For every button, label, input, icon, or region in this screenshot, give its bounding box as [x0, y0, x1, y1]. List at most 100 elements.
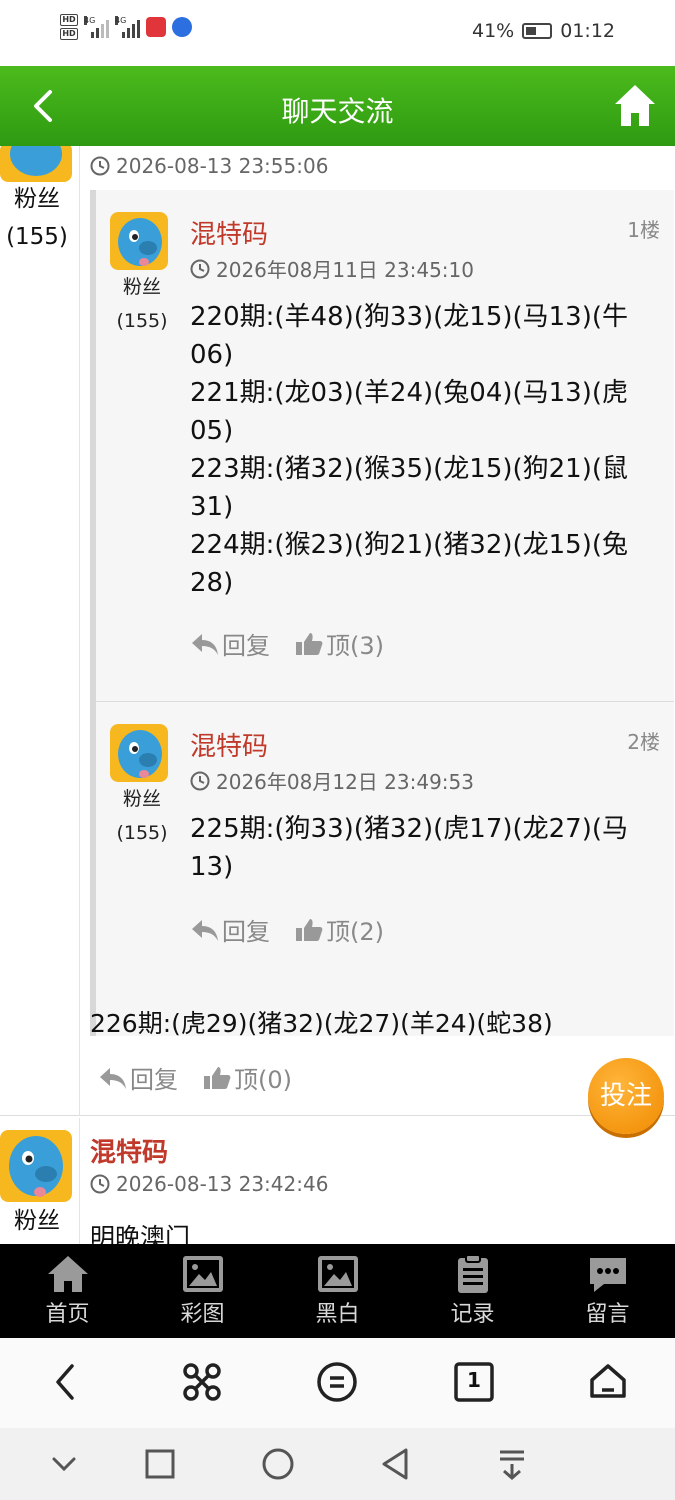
reply-actions: 回复 顶(3)	[190, 626, 384, 661]
floor-number: 2楼	[627, 730, 660, 754]
reply-line: 28)	[190, 568, 234, 598]
reply-text: 225期:(狗33)(猪32)(虎17)(龙27)(马 13)	[190, 810, 640, 886]
avatar[interactable]	[0, 146, 72, 182]
floor-number: 1楼	[627, 218, 660, 242]
reply-line: 13)	[190, 852, 234, 882]
network-type-2: 4G	[115, 16, 127, 25]
clock-icon	[90, 1174, 110, 1194]
post-actions: 回复 顶(0)	[98, 1060, 292, 1095]
reply-line: 221期:(龙03)(羊24)(兔04)(马13)(虎	[190, 378, 629, 408]
fan-label: 粉丝	[122, 276, 161, 298]
post-time-text: 2026-08-13 23:42:46	[116, 1172, 329, 1196]
reply-button[interactable]: 回复	[190, 626, 270, 661]
post-text: 明晚澳门	[90, 1223, 191, 1244]
like-label: 顶(0)	[234, 1066, 292, 1094]
reply-line: 225期:(狗33)(猪32)(虎17)(龙27)(马	[190, 814, 629, 844]
floor-reply: 粉丝 (155) 混特码 1楼 2026年08月11日 23:45:10 220…	[96, 190, 674, 702]
battery-icon	[522, 23, 553, 39]
clock-icon	[90, 156, 110, 176]
chat-post: 粉丝 (155) 2026-08-13 23:55:06 粉丝 (155) 混特…	[0, 146, 675, 1116]
reply-icon	[192, 633, 218, 655]
thumbs-up-icon	[204, 1066, 231, 1089]
nav-label: 记录	[450, 1302, 495, 1327]
like-label: 顶(2)	[326, 918, 384, 946]
reply-time: 2026年08月11日 23:45:10	[190, 254, 474, 283]
author-name[interactable]: 混特码	[90, 1132, 168, 1169]
like-label: 顶(3)	[326, 632, 384, 660]
author-name[interactable]: 混特码	[190, 726, 268, 763]
status-bar: HD HD 4G 4G 41% 01:12	[0, 0, 675, 66]
author-name[interactable]: 混特码	[190, 214, 268, 251]
image-icon	[182, 1256, 223, 1292]
home-circle-icon[interactable]	[260, 1446, 296, 1482]
reply-label: 回复	[222, 632, 270, 660]
avatar[interactable]	[110, 212, 168, 270]
reply-button[interactable]: 回复	[98, 1060, 178, 1095]
like-button[interactable]: 顶(3)	[294, 626, 384, 661]
thumbs-up-icon	[296, 632, 323, 655]
like-button[interactable]: 顶(2)	[294, 912, 384, 947]
browser-toolbar: 1	[0, 1338, 675, 1428]
hd-label-1: HD	[60, 14, 78, 26]
reply-label: 回复	[222, 918, 270, 946]
tabs-icon[interactable]: 1	[452, 1360, 496, 1404]
system-nav-bar	[0, 1428, 675, 1500]
battery-percent: 41%	[472, 20, 515, 42]
floor-reply: 粉丝 (155) 混特码 2楼 2026年08月12日 23:49:53 225…	[96, 702, 674, 994]
reply-time-text: 2026年08月12日 23:49:53	[216, 770, 474, 794]
chat-post: 粉丝 混特码 2026-08-13 23:42:46 明晚澳门	[0, 1118, 675, 1244]
notification-pull-icon[interactable]	[494, 1446, 530, 1482]
app-header: 聊天交流	[0, 66, 675, 146]
nav-item-home[interactable]: 首页	[0, 1244, 135, 1338]
signal-icon-2: 4G	[115, 16, 140, 38]
avatar[interactable]	[110, 724, 168, 782]
avatar[interactable]	[0, 1130, 72, 1202]
back-icon[interactable]	[44, 1360, 88, 1404]
fan-label: 粉丝	[14, 1208, 60, 1234]
chat-content[interactable]: 粉丝 (155) 2026-08-13 23:55:06 粉丝 (155) 混特…	[0, 146, 675, 1244]
nav-item-color-chart[interactable]: 彩图	[135, 1244, 270, 1338]
post-author-column: 粉丝 (155)	[0, 146, 80, 1116]
page-title: 聊天交流	[281, 95, 394, 128]
chevron-down-icon[interactable]	[46, 1446, 82, 1482]
thumbs-up-icon	[296, 918, 323, 941]
menu-icon[interactable]	[180, 1360, 224, 1404]
reply-line: 31)	[190, 492, 234, 522]
network-type-1: 4G	[84, 16, 96, 25]
recent-apps-icon[interactable]	[142, 1446, 178, 1482]
home-icon	[47, 1256, 88, 1292]
reply-line: 05)	[190, 416, 234, 446]
reply-line: 224期:(猴23)(狗21)(猪32)(龙15)(兔	[190, 530, 629, 560]
signal-icon-1: 4G	[84, 16, 109, 38]
reply-label: 回复	[130, 1066, 178, 1094]
list-icon[interactable]	[315, 1360, 359, 1404]
home-icon[interactable]	[613, 82, 657, 128]
reply-button[interactable]: 回复	[190, 912, 270, 947]
like-button[interactable]: 顶(0)	[202, 1060, 292, 1095]
nav-item-records[interactable]: 记录	[405, 1244, 540, 1338]
reply-line: 223期:(猪32)(猴35)(龙15)(狗21)(鼠	[190, 454, 629, 484]
post-time-text: 2026-08-13 23:55:06	[116, 154, 329, 178]
image-icon	[317, 1256, 358, 1292]
post-time: 2026-08-13 23:42:46	[90, 1172, 328, 1196]
reply-icon	[100, 1067, 126, 1089]
clock-icon	[190, 771, 210, 790]
home-icon[interactable]	[586, 1360, 630, 1404]
back-triangle-icon[interactable]	[378, 1446, 414, 1482]
clipboard-icon	[457, 1254, 488, 1293]
clock-icon	[190, 259, 210, 278]
fan-count: (155)	[116, 310, 168, 332]
reply-text: 220期:(羊48)(狗33)(龙15)(马13)(牛 06) 221期:(龙0…	[190, 298, 640, 602]
hd-label-2: HD	[60, 28, 78, 40]
post-author-column: 粉丝	[0, 1118, 80, 1244]
nav-item-black-white[interactable]: 黑白	[270, 1244, 405, 1338]
reply-time-text: 2026年08月11日 23:45:10	[216, 258, 474, 282]
nav-item-messages[interactable]: 留言	[540, 1244, 675, 1338]
reply-line: 220期:(羊48)(狗33)(龙15)(马13)(牛	[190, 302, 629, 332]
quoted-replies: 粉丝 (155) 混特码 1楼 2026年08月11日 23:45:10 220…	[90, 190, 674, 1036]
clock-time: 01:12	[560, 20, 615, 42]
fan-label: 粉丝	[14, 186, 60, 212]
bottom-nav: 首页 彩图 黑白 记录 留言	[0, 1244, 675, 1338]
baidu-icon	[172, 17, 192, 37]
reply-actions: 回复 顶(2)	[190, 912, 384, 947]
